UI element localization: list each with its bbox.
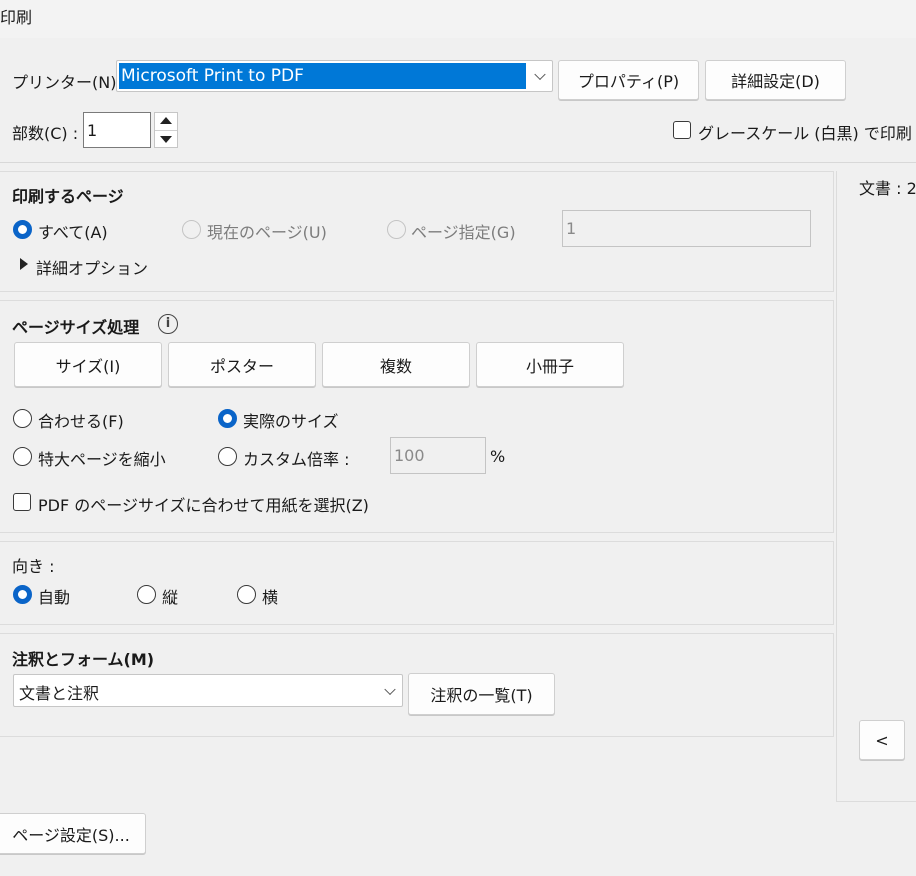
actual-size-radio[interactable] — [218, 409, 237, 428]
orientation-auto-radio[interactable] — [13, 585, 32, 604]
orientation-portrait-radio[interactable] — [137, 585, 156, 604]
grayscale-checkbox[interactable] — [673, 121, 691, 139]
advanced-button[interactable]: 詳細設定(D) — [705, 60, 846, 100]
chevron-down-icon — [384, 683, 396, 695]
expand-triangle-icon[interactable] — [20, 258, 28, 270]
shrink-label: 特大ページを縮小 — [38, 450, 166, 469]
title-bar: 印刷 — [0, 0, 916, 38]
orientation-auto-label: 自動 — [38, 588, 71, 607]
grayscale-label: グレースケール (白黒) で印刷 — [698, 124, 912, 143]
divider — [0, 162, 916, 163]
pages-range-label: ページ指定(G) — [411, 223, 516, 242]
annotations-summary-button[interactable]: 注釈の一覧(T) — [408, 673, 555, 715]
pages-heading: 印刷するページ — [12, 187, 124, 206]
info-icon[interactable]: i — [158, 314, 178, 334]
shrink-radio[interactable] — [13, 447, 32, 466]
actual-size-label: 実際のサイズ — [243, 412, 339, 431]
pages-range-value: 1 — [566, 219, 577, 238]
chevron-down-icon — [534, 68, 546, 81]
page-sizing-heading: ページサイズ処理 — [12, 318, 140, 337]
orientation-portrait-label: 縦 — [162, 588, 179, 607]
scale-input[interactable]: 100 — [390, 437, 486, 474]
pages-all-radio[interactable] — [13, 220, 32, 239]
fit-radio[interactable] — [13, 409, 32, 428]
pages-all-label: すべて(A) — [38, 223, 108, 242]
orientation-landscape-radio[interactable] — [237, 585, 256, 604]
orientation-panel — [0, 541, 834, 625]
printer-selected-value: Microsoft Print to PDF — [119, 63, 526, 89]
pages-range-input[interactable]: 1 — [562, 210, 811, 247]
fit-label: 合わせる(F) — [38, 412, 124, 431]
orientation-heading: 向き : — [12, 557, 55, 576]
annotations-selected-value: 文書と注釈 — [19, 684, 100, 703]
copies-stepper[interactable] — [154, 112, 178, 148]
annotations-heading: 注釈とフォーム(M) — [12, 650, 155, 669]
properties-button[interactable]: プロパティ(P) — [558, 60, 699, 100]
more-options-label[interactable]: 詳細オプション — [36, 255, 148, 279]
printer-label: プリンター(N) : — [12, 73, 127, 92]
sizing-tab-multiple[interactable]: 複数 — [322, 342, 470, 387]
orientation-landscape-label: 横 — [262, 588, 279, 607]
copies-label: 部数(C) : — [12, 124, 79, 143]
pages-range-radio[interactable] — [387, 220, 406, 239]
sizing-tab-poster[interactable]: ポスター — [168, 342, 316, 387]
sizing-tab-booklet[interactable]: 小冊子 — [476, 342, 624, 387]
copies-value: 1 — [87, 120, 98, 140]
scale-value: 100 — [394, 446, 425, 465]
stepper-divider — [155, 130, 177, 131]
sizing-tab-size[interactable]: サイズ(I) — [14, 342, 162, 387]
custom-scale-radio[interactable] — [218, 447, 237, 466]
pages-current-label: 現在のページ(U) — [207, 223, 327, 242]
copies-input[interactable]: 1 — [83, 112, 151, 148]
arrow-up-icon[interactable] — [160, 117, 172, 124]
printer-dropdown[interactable]: Microsoft Print to PDF — [116, 60, 553, 92]
annotations-dropdown[interactable]: 文書と注釈 — [13, 674, 403, 707]
choose-paper-checkbox[interactable] — [13, 493, 31, 511]
previous-page-button[interactable]: < — [859, 720, 905, 760]
arrow-down-icon[interactable] — [160, 136, 172, 143]
preview-pane: 文書 : 2 < — [836, 171, 916, 802]
percent-label: % — [490, 447, 506, 466]
page-setup-button[interactable]: ページ設定(S)... — [0, 813, 146, 854]
custom-scale-label: カスタム倍率 : — [243, 450, 350, 469]
choose-paper-label: PDF のページサイズに合わせて用紙を選択(Z) — [38, 496, 369, 515]
document-pages-label: 文書 : 2 — [859, 179, 916, 198]
pages-current-radio[interactable] — [182, 220, 201, 239]
window-title: 印刷 — [0, 8, 33, 27]
